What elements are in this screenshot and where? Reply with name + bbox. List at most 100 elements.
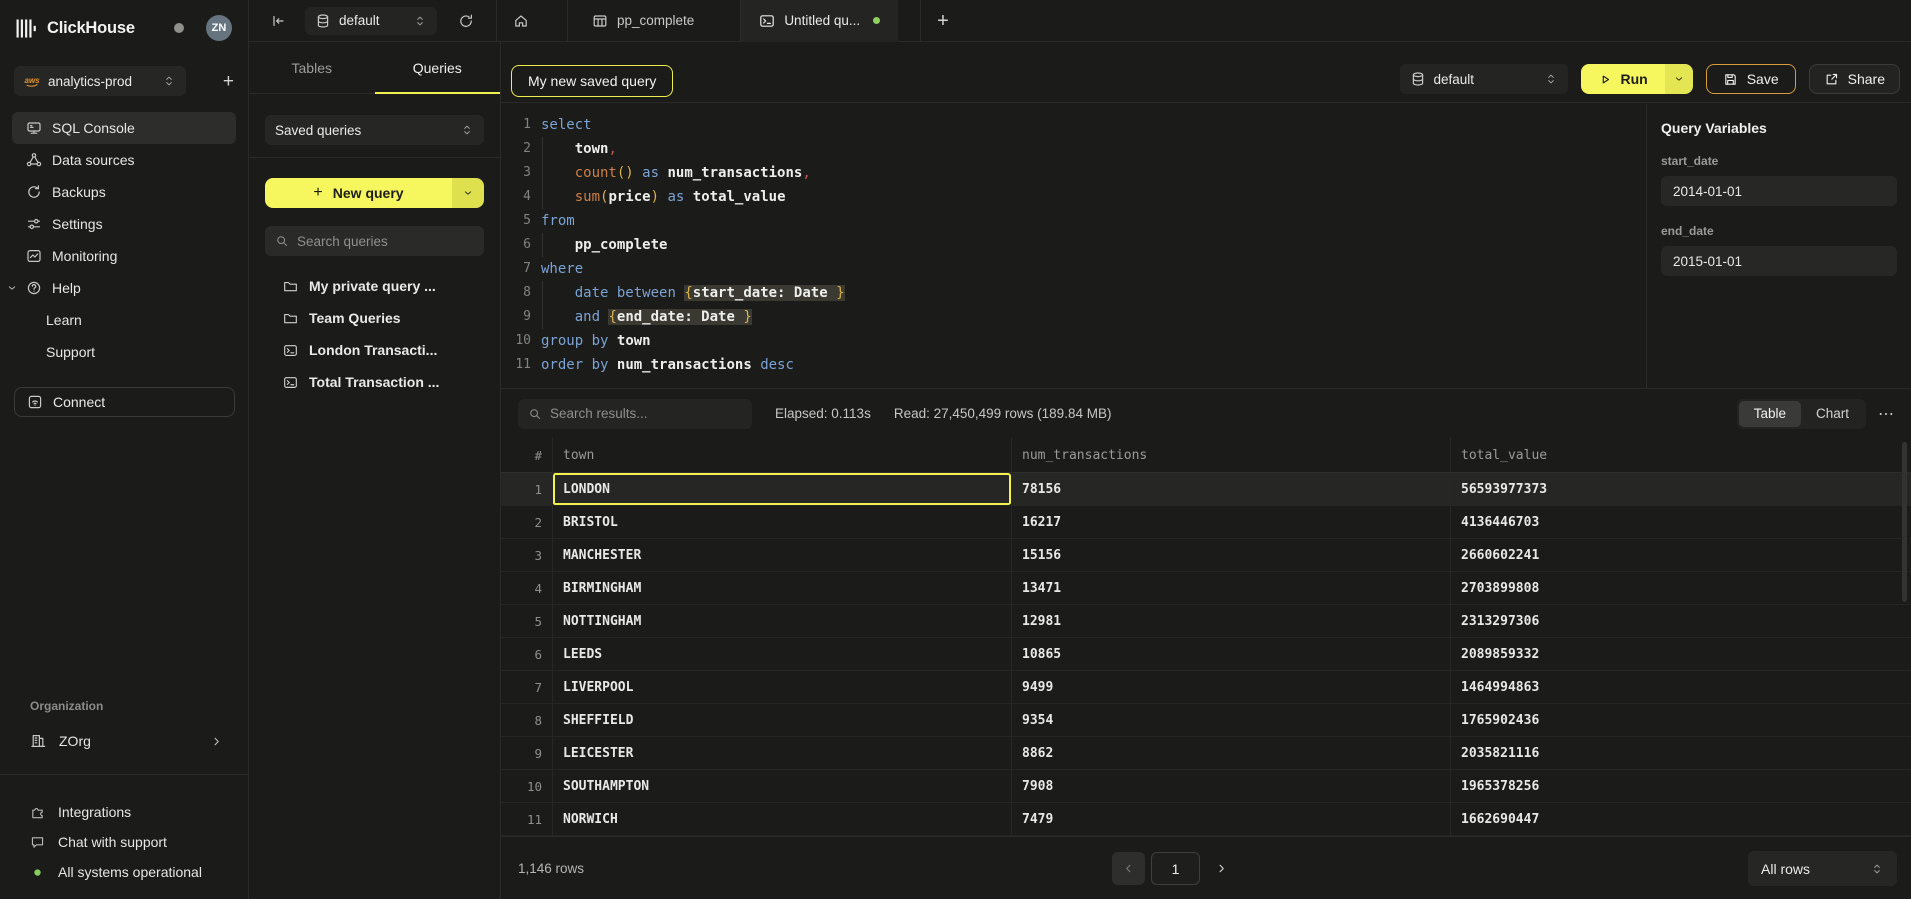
saved-query-item[interactable]: London Transacti... [249,334,500,366]
home-button[interactable] [497,13,545,29]
sidebar-item-chat-with-support[interactable]: Chat with support [12,827,237,857]
new-query-dropdown[interactable] [452,178,484,208]
cell-total-value[interactable]: 1464994863 [1450,671,1911,704]
search-queries-input[interactable] [297,234,474,249]
saved-query-item[interactable]: Team Queries [249,302,500,334]
sidebar-item-settings[interactable]: Settings [12,208,236,240]
editor-database-selector[interactable]: default [1400,64,1568,94]
tab-queries[interactable]: Queries [375,42,501,93]
view-table[interactable]: Table [1739,401,1801,427]
run-options-dropdown[interactable] [1665,64,1693,94]
share-button[interactable]: Share [1809,64,1900,94]
sql-editor[interactable]: 1select2 town,3 count() as num_transacti… [501,104,1645,388]
cell-total-value[interactable]: 1965378256 [1450,770,1911,803]
column-header-total-value[interactable]: total_value [1450,438,1911,473]
new-tab-button[interactable]: + [937,11,949,31]
search-queries-box[interactable] [265,226,484,256]
cell-num-transactions[interactable]: 13471 [1011,572,1450,605]
cell-total-value[interactable]: 2313297306 [1450,605,1911,638]
sidebar-item-all-systems-operational[interactable]: All systems operational [12,857,237,887]
cell-total-value[interactable]: 2703899808 [1450,572,1911,605]
sidebar-item-learn[interactable]: Learn [12,304,236,336]
cell-total-value[interactable]: 2035821116 [1450,737,1911,770]
cell-total-value[interactable]: 4136446703 [1450,506,1911,539]
cell-town[interactable]: LEICESTER [552,737,1011,770]
collapse-sidebar-icon[interactable] [270,13,286,29]
search-icon [528,407,542,421]
next-page-button[interactable] [1208,852,1234,885]
start-date-input[interactable] [1661,176,1897,206]
cell-num-transactions[interactable]: 16217 [1011,506,1450,539]
cell-num-transactions[interactable]: 9499 [1011,671,1450,704]
cell-num-transactions[interactable]: 12981 [1011,605,1450,638]
terminal-icon [283,343,298,358]
search-results-box[interactable] [518,399,752,429]
run-button[interactable]: Run [1581,64,1693,94]
sidebar-item-help[interactable]: Help [12,272,236,304]
saved-queries-selector[interactable]: Saved queries [265,115,484,145]
cell-num-transactions[interactable]: 7908 [1011,770,1450,803]
page-number[interactable]: 1 [1151,852,1200,885]
saved-query-item[interactable]: Total Transaction ... [249,366,500,398]
sidebar-item-integrations[interactable]: Integrations [12,797,237,827]
cell-town[interactable]: NOTTINGHAM [552,605,1011,638]
sidebar-item-sql-console[interactable]: SQL Console [12,112,236,144]
results-menu-button[interactable]: ⋯ [1878,404,1895,424]
column-header-town[interactable]: town [552,438,1011,473]
cell-total-value[interactable]: 2089859332 [1450,638,1911,671]
cell-town[interactable]: NORWICH [552,803,1011,836]
view-chart[interactable]: Chart [1801,401,1864,427]
cell-num-transactions[interactable]: 10865 [1011,638,1450,671]
table-scrollbar[interactable] [1902,442,1907,602]
sidebar-item-label: Chat with support [58,834,167,850]
save-button[interactable]: Save [1706,64,1796,94]
tab-untitled-qu[interactable]: Untitled qu... [741,0,898,42]
page-size-selector[interactable]: All rows [1748,851,1897,886]
cell-town[interactable]: BRISTOL [552,506,1011,539]
saved-query-tab-label: My new saved query [528,73,656,89]
sidebar-item-backups[interactable]: Backups [12,176,236,208]
run-main[interactable]: Run [1581,64,1665,94]
divider [920,0,921,42]
cell-total-value[interactable]: 1662690447 [1450,803,1911,836]
avatar[interactable]: ZN [206,15,232,41]
refresh-icon[interactable] [458,13,474,29]
cell-num-transactions[interactable]: 9354 [1011,704,1450,737]
cell-town[interactable]: LONDON [552,473,1011,506]
column-header-index[interactable]: # [501,438,552,473]
cell-town[interactable]: SOUTHAMPTON [552,770,1011,803]
cell-total-value[interactable]: 1765902436 [1450,704,1911,737]
column-header-num-transactions[interactable]: num_transactions [1011,438,1450,473]
saved-query-tab[interactable]: My new saved query [511,65,673,97]
cell-town[interactable]: BIRMINGHAM [552,572,1011,605]
sidebar-item-support[interactable]: Support [12,336,236,368]
tab-tables[interactable]: Tables [249,42,375,93]
cell-num-transactions[interactable]: 7479 [1011,803,1450,836]
prev-page-button[interactable] [1112,852,1145,885]
saved-query-item[interactable]: My private query ... [249,270,500,302]
line-number: 8 [501,281,531,305]
sidebar-item-monitoring[interactable]: Monitoring [12,240,236,272]
cell-total-value[interactable]: 56593977373 [1450,473,1911,506]
service-selector[interactable]: aws analytics-prod [14,66,186,96]
cell-num-transactions[interactable]: 78156 [1011,473,1450,506]
new-query-button[interactable]: + New query [265,178,484,208]
sidebar-item-data-sources[interactable]: Data sources [12,144,236,176]
search-results-input[interactable] [550,406,742,421]
pagination: 1 [1112,852,1234,885]
new-query-main[interactable]: + New query [265,178,452,208]
sidebar-item-organization[interactable]: ZOrg [12,725,237,757]
database-selector[interactable]: default [305,7,437,35]
puzzle-icon [30,805,45,820]
cell-town[interactable]: LIVERPOOL [552,671,1011,704]
tab-pp-complete[interactable]: pp_complete [568,0,718,42]
connect-button[interactable]: Connect [14,387,235,417]
cell-town[interactable]: MANCHESTER [552,539,1011,572]
end-date-input[interactable] [1661,246,1897,276]
cell-town[interactable]: SHEFFIELD [552,704,1011,737]
cell-total-value[interactable]: 2660602241 [1450,539,1911,572]
cell-num-transactions[interactable]: 15156 [1011,539,1450,572]
cell-town[interactable]: LEEDS [552,638,1011,671]
add-service-button[interactable]: + [223,72,234,91]
cell-num-transactions[interactable]: 8862 [1011,737,1450,770]
